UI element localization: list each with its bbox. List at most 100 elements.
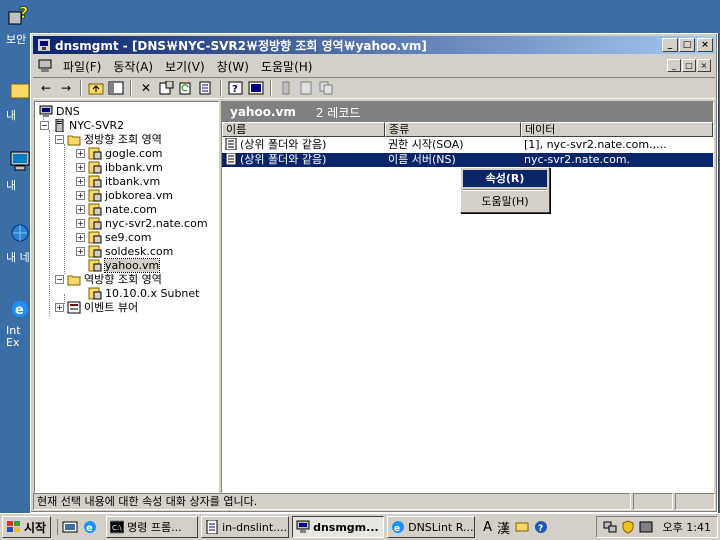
document-icon [206,520,218,534]
tree-node-zone[interactable]: + itbank.vm [76,174,160,188]
task-button-document[interactable]: in-dnslint.... [201,516,290,538]
tree-node-zone[interactable]: + se9.com [76,230,152,244]
properties-icon[interactable] [157,79,175,97]
tree-label: DNS [56,104,80,118]
show-desktop-icon[interactable] [62,519,78,535]
internet-explorer-icon[interactable]: e [82,519,98,535]
svg-text:?: ? [538,524,543,534]
security-shield-icon[interactable] [621,520,635,534]
forward-arrow-icon[interactable]: → [57,79,75,97]
menu-help[interactable]: 도움말(H) [255,58,319,75]
maximize-button[interactable]: □ [679,38,695,52]
dns-app-icon [38,39,50,51]
expand-toggle[interactable]: + [76,176,85,186]
ime-tool-icon[interactable] [515,520,529,534]
toolbar-separator [130,80,132,96]
menu-action[interactable]: 동작(A) [107,58,159,75]
details-header: yahoo.vm 2 레코드 [222,102,713,122]
mdi-restore-button[interactable]: □ [682,59,696,72]
menu-view[interactable]: 보기(V) [159,58,211,75]
tree-node-server[interactable]: − NYC-SVR2 [40,118,124,132]
collapse-toggle[interactable]: − [55,134,64,144]
ime-bar: A 漢 ? [483,518,548,537]
clock[interactable]: 오후 1:41 [663,519,711,535]
expand-toggle[interactable]: + [76,190,85,200]
collapse-toggle[interactable]: − [55,274,64,284]
cmd-icon: C:\ [110,520,125,534]
volume-tray-icon[interactable] [639,520,653,534]
menu-window[interactable]: 창(W) [211,58,255,75]
tree-node-zone[interactable]: + gogle.com [76,146,163,160]
tree-node-event-viewer[interactable]: + 이벤트 뷰어 [55,300,138,314]
tree-node-reverse-zone[interactable]: − 역방향 조회 영역 [55,272,162,286]
mdi-close-button[interactable]: × [697,59,711,72]
tree-node-zone[interactable]: + nyc-svr2.nate.com [76,216,208,230]
menu-file[interactable]: 파일(F) [57,58,107,75]
tree-node-zone[interactable]: + soldesk.com [76,244,173,258]
list-icon[interactable] [297,79,315,97]
tree-node-zone-selected[interactable]: yahoo.vm [88,257,161,273]
ime-hanja-toggle[interactable]: 漢 [497,518,510,537]
column-header-data[interactable]: 데이터 [521,122,713,137]
svg-text:?: ? [19,4,28,22]
delete-icon[interactable]: ✕ [137,79,155,97]
mdi-minimize-button[interactable]: _ [667,59,681,72]
zone-icon [88,245,102,257]
up-folder-icon[interactable] [87,79,105,97]
start-button[interactable]: 시작 [2,516,52,538]
expand-toggle[interactable]: + [76,204,85,214]
context-menu-separator [463,189,547,191]
server-icon[interactable] [277,79,295,97]
svg-text:?: ? [232,84,238,95]
expand-toggle[interactable]: + [76,246,85,256]
close-button[interactable]: × [697,38,713,52]
column-header-type[interactable]: 종류 [385,122,521,137]
console-view-icon[interactable] [247,79,265,97]
table-row-selected[interactable]: (상위 폴더와 같음) 이름 서버(NS) nyc-svr2.nate.com. [222,152,713,167]
task-button-cmd[interactable]: C:\ 명령 프롬... [106,516,199,538]
expand-toggle[interactable]: + [76,148,85,158]
tree-node-forward-zone[interactable]: − 정방향 조회 영역 [55,132,162,146]
help-tray-icon[interactable]: ? [534,520,548,534]
export-list-icon[interactable] [197,79,215,97]
expand-toggle[interactable]: + [76,232,85,242]
table-row[interactable]: (상위 폴더와 같음) 권한 시작(SOA) [1], nyc-svr2.nat… [222,137,713,152]
svg-text:e: e [86,523,93,534]
tree-label: itbank.vm [105,174,161,188]
record-name-cell: (상위 폴더와 같음) [222,152,385,167]
back-arrow-icon[interactable]: ← [37,79,55,97]
menu-bar: 파일(F) 동작(A) 보기(V) 창(W) 도움말(H) _ □ × [33,56,715,76]
context-menu-help[interactable]: 도움말(H) [463,193,547,210]
network-tray-icon[interactable] [603,520,617,534]
task-button-dnsmgmt[interactable]: dnsmgm... [292,516,385,538]
collapse-toggle[interactable]: − [40,120,49,130]
help-icon: ? [8,3,29,25]
taskbar: 시작 e C:\ 명령 프롬... in-dnslint.... dnsmgm.… [0,513,720,540]
task-button-dnslint[interactable]: e DNSLint R... [387,516,476,538]
copy-icon[interactable] [317,79,335,97]
tree-label: ibbank.vm [105,160,163,174]
ime-mode-toggle[interactable]: A [483,520,492,535]
tree-node-zone[interactable]: + nate.com [76,202,157,216]
record-data-cell: nyc-svr2.nate.com. [521,152,713,167]
expand-toggle[interactable]: + [55,302,64,312]
column-header-name[interactable]: 이름 [222,122,385,137]
svg-text:e: e [15,303,24,318]
refresh-icon[interactable] [177,79,195,97]
title-bar[interactable]: dnsmgmt - [DNS￦NYC-SVR2￦정방향 조회 영역￦yahoo.… [33,36,715,54]
tree-node-subnet[interactable]: 10.10.0.x Subnet [88,286,199,300]
context-menu-properties[interactable]: 속성(R) [463,170,547,187]
expand-toggle[interactable]: + [76,218,85,228]
help-toolbar-icon[interactable]: ? [227,79,245,97]
expand-toggle[interactable]: + [76,162,85,172]
tree-node-dns[interactable]: DNS [39,104,80,118]
record-icon [225,137,237,150]
record-count: 2 레코드 [315,105,361,120]
show-hide-tree-icon[interactable] [107,79,125,97]
context-menu: 속성(R) 도움말(H) [460,167,550,213]
tree-node-zone[interactable]: + jobkorea.vm [76,188,173,202]
window-title: dnsmgmt - [DNS￦NYC-SVR2￦정방향 조회 영역￦yahoo.… [55,38,427,53]
minimize-button[interactable]: _ [662,38,678,52]
record-icon [225,152,237,165]
tree-node-zone[interactable]: + ibbank.vm [76,160,163,174]
